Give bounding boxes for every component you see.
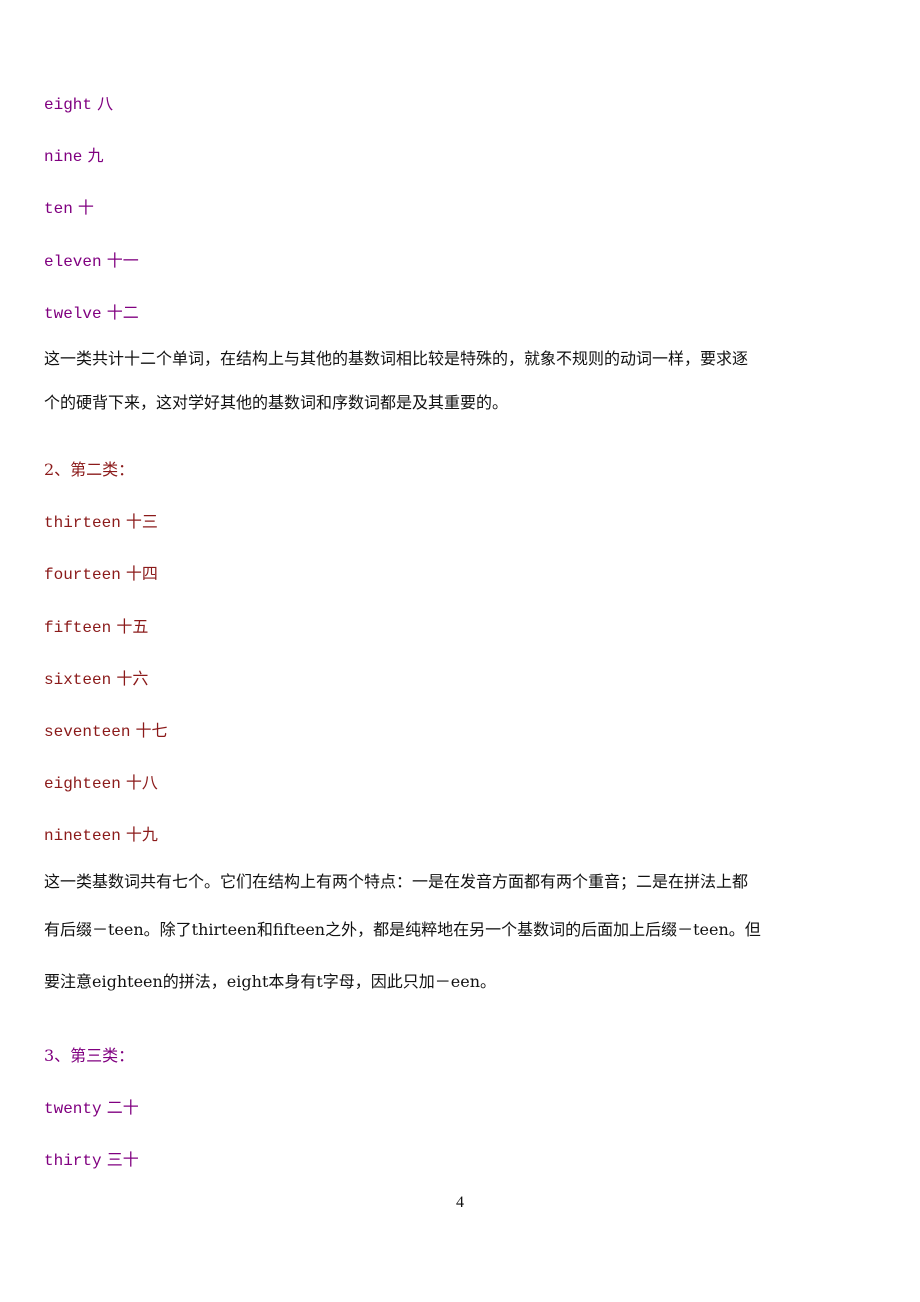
- word-item: eight 八: [44, 94, 114, 114]
- word-item: ten 十: [44, 198, 94, 218]
- word-item: sixteen 十六: [44, 669, 149, 689]
- note-line: 这一类基数词共有七个。它们在结构上有两个特点：一是在发音方面都有两个重音；二是在…: [44, 872, 749, 891]
- section-heading: 2、第二类：: [44, 460, 135, 479]
- word-item: twenty 二十: [44, 1098, 139, 1118]
- word-item: fourteen 十四: [44, 564, 158, 584]
- word-item: eighteen 十八: [44, 773, 158, 793]
- note-line: 这一类共计十二个单词，在结构上与其他的基数词相比较是特殊的，就象不规则的动词一样…: [44, 349, 749, 368]
- section-heading: 3、第三类：: [44, 1046, 135, 1065]
- word-item: fifteen 十五: [44, 617, 149, 637]
- note-line: 个的硬背下来，这对学好其他的基数词和序数词都是及其重要的。: [44, 393, 509, 412]
- page-number: 4: [456, 1194, 464, 1211]
- word-item: eleven 十一: [44, 251, 139, 271]
- word-item: nine 九: [44, 146, 104, 166]
- word-item: thirteen 十三: [44, 512, 158, 532]
- word-item: thirty 三十: [44, 1150, 139, 1170]
- word-item: seventeen 十七: [44, 721, 168, 741]
- note-line: 有后缀－teen。除了thirteen和fifteen之外，都是纯粹地在另一个基…: [44, 920, 761, 939]
- word-item: nineteen 十九: [44, 825, 158, 845]
- note-line: 要注意eighteen的拼法，eight本身有t字母，因此只加－een。: [44, 972, 497, 991]
- word-item: twelve 十二: [44, 303, 139, 323]
